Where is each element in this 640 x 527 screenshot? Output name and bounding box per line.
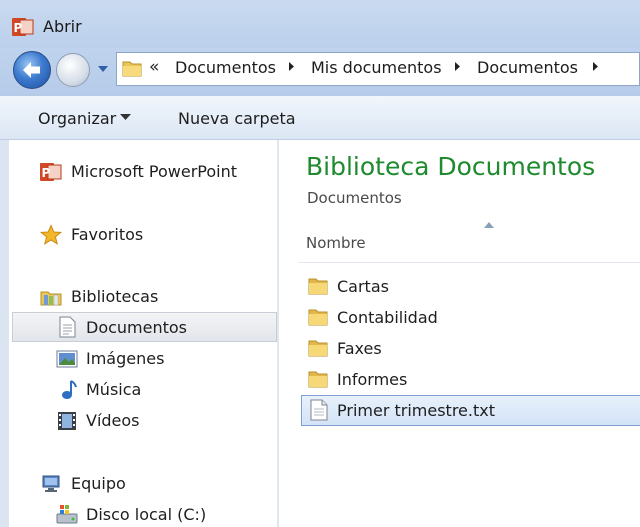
powerpoint-icon: P <box>12 18 34 36</box>
local-disk-icon <box>56 505 78 524</box>
video-icon <box>58 412 76 430</box>
libraries-icon <box>40 291 62 306</box>
library-title: Biblioteca Documentos <box>306 152 596 181</box>
folder-icon <box>308 371 328 388</box>
window-edge <box>0 140 9 527</box>
new-folder-button[interactable]: Nueva carpeta <box>178 109 296 128</box>
nav-item-disco-local[interactable]: Disco local (C:) <box>86 505 206 524</box>
folder-icon <box>122 61 142 77</box>
list-item-label: Faxes <box>337 339 382 358</box>
organize-button[interactable]: Organizar <box>38 109 116 128</box>
nav-item-documentos[interactable]: Documentos <box>86 318 187 337</box>
nav-item-bibliotecas[interactable]: Bibliotecas <box>71 287 158 306</box>
nav-item-musica[interactable]: Música <box>86 380 141 399</box>
column-header-name[interactable]: Nombre <box>306 234 366 252</box>
list-item-label: Cartas <box>337 277 389 296</box>
folder-icon <box>308 340 328 357</box>
window-title: Abrir <box>43 17 82 36</box>
music-icon <box>62 380 77 399</box>
breadcrumb-arrow-icon[interactable] <box>591 58 600 75</box>
nav-item-videos[interactable]: Vídeos <box>86 411 140 430</box>
library-subtitle: Documentos <box>307 189 402 207</box>
svg-text:P: P <box>42 166 51 180</box>
address-overflow-chevron[interactable]: « <box>149 57 159 77</box>
computer-icon <box>42 475 60 492</box>
breadcrumb-arrow-icon[interactable] <box>453 58 462 75</box>
breadcrumb-documentos-current[interactable]: Documentos <box>477 58 578 77</box>
column-header-divider <box>298 262 640 263</box>
breadcrumb-mis-documentos[interactable]: Mis documentos <box>311 58 442 77</box>
text-file-icon <box>310 399 328 421</box>
recent-pages-dropdown-icon[interactable] <box>96 63 110 75</box>
folder-icon <box>308 309 328 326</box>
list-item-label: Contabilidad <box>337 308 438 327</box>
title-bar <box>0 0 640 48</box>
list-item-label: Primer trimestre.txt <box>337 401 495 420</box>
sort-ascending-icon <box>484 222 494 228</box>
back-arrow-icon <box>23 62 40 78</box>
nav-item-equipo[interactable]: Equipo <box>71 474 126 493</box>
folder-icon <box>308 278 328 295</box>
breadcrumb-documentos[interactable]: Documentos <box>175 58 276 77</box>
pictures-icon <box>56 350 78 368</box>
back-button[interactable] <box>13 51 51 89</box>
list-item-label: Informes <box>337 370 408 389</box>
nav-item-powerpoint[interactable]: Microsoft PowerPoint <box>71 162 237 181</box>
nav-item-imagenes[interactable]: Imágenes <box>86 349 164 368</box>
forward-button[interactable] <box>56 53 90 87</box>
nav-item-favoritos[interactable]: Favoritos <box>71 225 143 244</box>
chevron-down-icon[interactable] <box>120 114 131 121</box>
svg-text:P: P <box>14 21 23 35</box>
breadcrumb-arrow-icon[interactable] <box>287 58 296 75</box>
star-icon <box>40 224 62 245</box>
powerpoint-icon: P <box>40 163 62 181</box>
document-icon <box>59 316 76 338</box>
